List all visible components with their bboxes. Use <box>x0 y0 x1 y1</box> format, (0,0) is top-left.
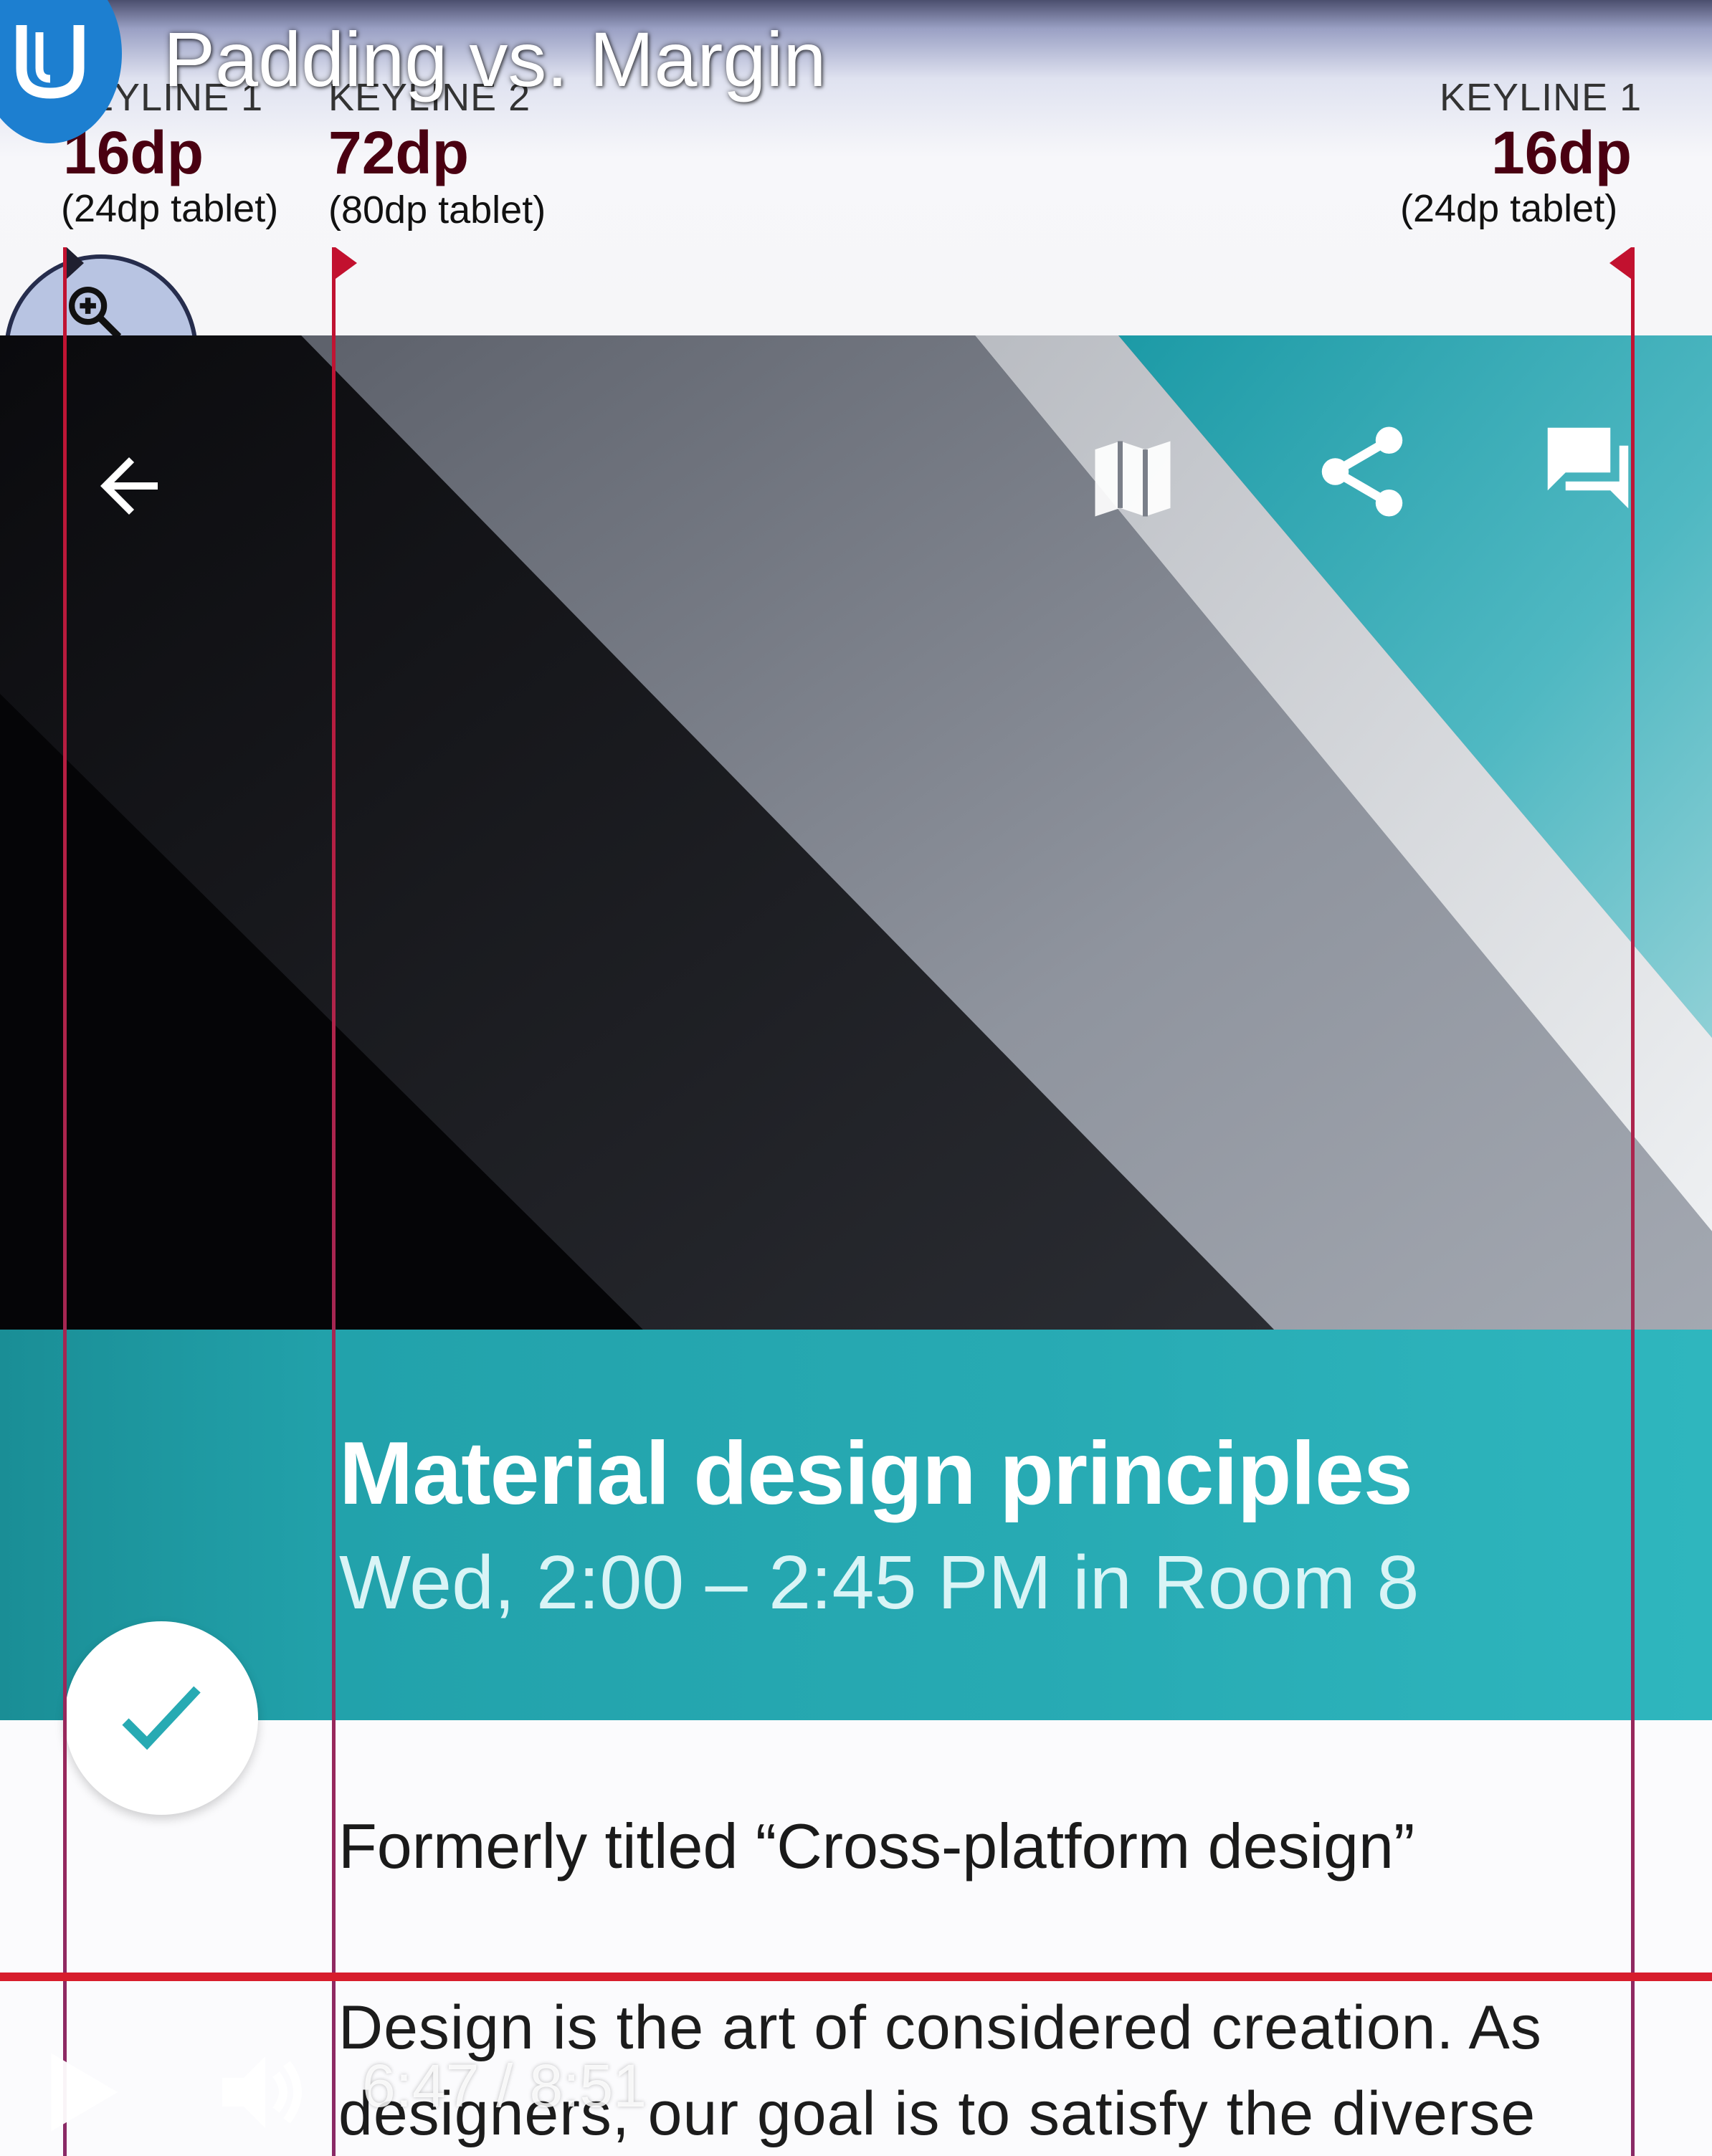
keyline-1-left-marker <box>67 247 84 279</box>
add-to-schedule-button[interactable] <box>65 1621 258 1815</box>
keyline-2-dp: 72dp <box>328 119 470 186</box>
map-icon[interactable] <box>1083 421 1183 536</box>
keyline-1-right-dp: 16dp <box>1491 119 1632 186</box>
session-time: Wed, 2:00 – 2:45 PM in Room 8 <box>339 1540 1419 1625</box>
keyline-1-left-line <box>63 247 67 2156</box>
keyline-1-right-marker <box>1609 247 1631 279</box>
keyline-2-marker <box>336 247 357 279</box>
video-controls: 6:47 / 8:51 <box>0 1981 1712 2156</box>
hero-image <box>0 335 1712 1332</box>
keyline-1-right-label: KEYLINE 1 <box>1440 76 1642 119</box>
keyline-1-left-tablet: (24dp tablet) <box>61 187 279 230</box>
video-frame: KEYLINE 1 KEYLINE 2 KEYLINE 1 16dp 72dp … <box>0 0 1712 2156</box>
session-header-band <box>0 1330 1712 1720</box>
keyline-1-right-line <box>1631 247 1635 2156</box>
check-icon <box>122 1686 201 1750</box>
session-title: Material design principles <box>339 1424 1413 1523</box>
play-icon[interactable] <box>43 2049 122 2135</box>
udacity-logo-icon <box>16 25 85 99</box>
share-icon[interactable] <box>1308 414 1416 529</box>
keyline-2-tablet: (80dp tablet) <box>328 189 546 232</box>
keyline-2-line <box>332 247 336 2156</box>
baseline-guide <box>0 1973 1712 1981</box>
video-title: Padding vs. Margin <box>163 16 827 102</box>
chat-icon[interactable] <box>1534 414 1642 522</box>
back-arrow-icon[interactable] <box>86 443 172 529</box>
session-former-title: Formerly titled “Cross-platform design” <box>338 1811 1415 1881</box>
video-time: 6:47 / 8:51 <box>362 2052 647 2119</box>
volume-icon[interactable] <box>215 2049 308 2135</box>
keyline-1-right-tablet: (24dp tablet) <box>1400 187 1618 230</box>
